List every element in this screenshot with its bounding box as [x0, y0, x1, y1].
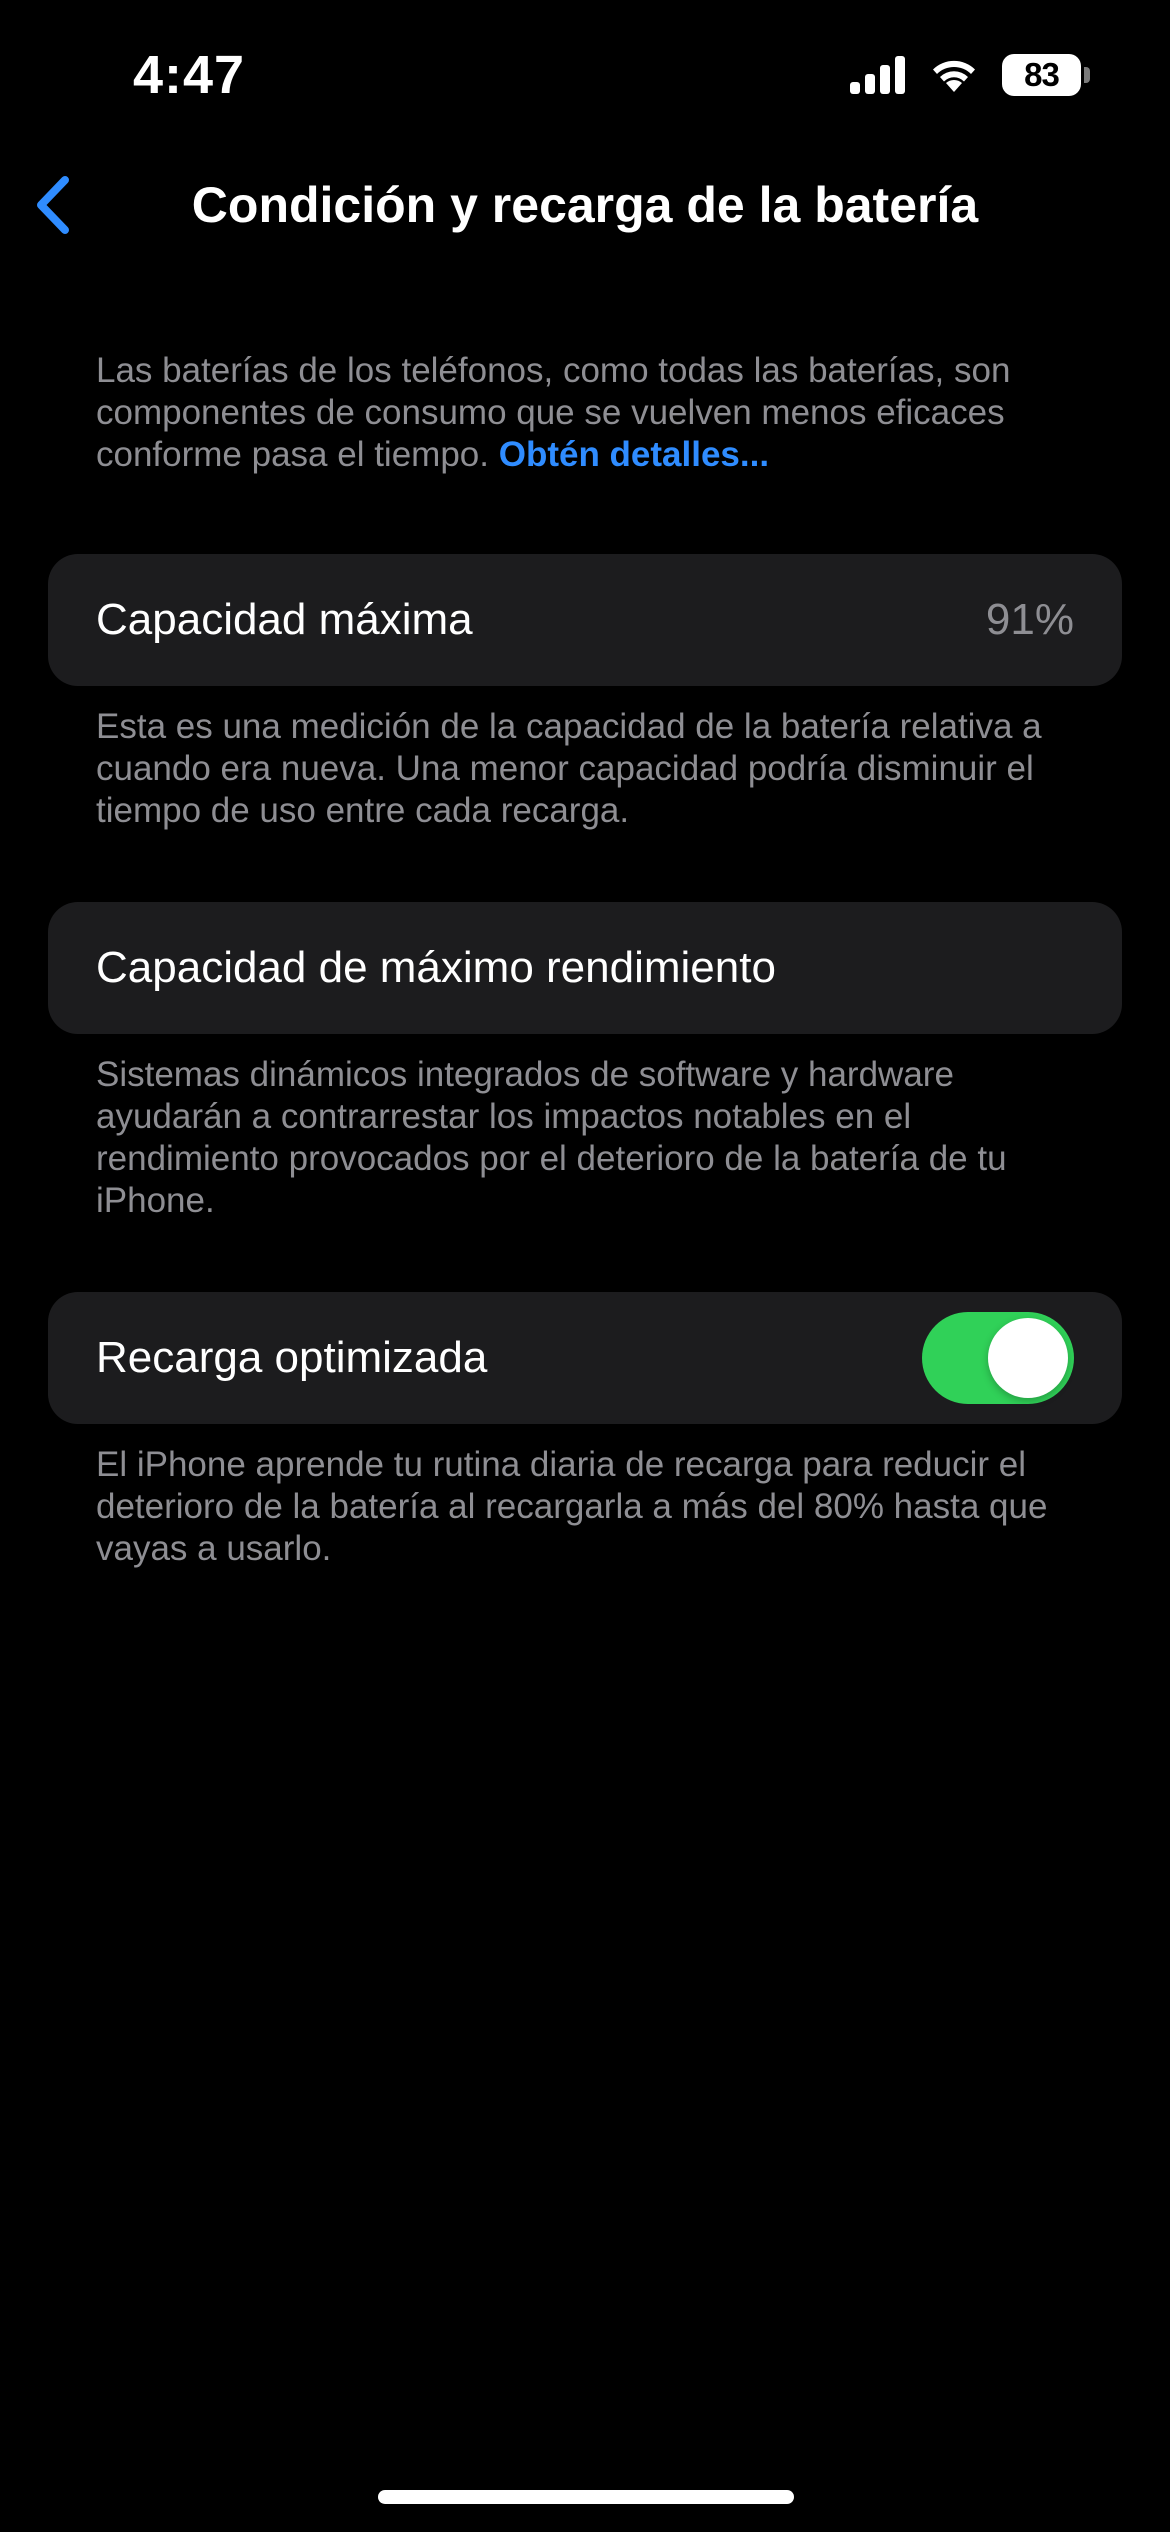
learn-more-link[interactable]: Obtén detalles...	[499, 435, 769, 474]
wifi-icon	[933, 60, 975, 92]
max-capacity-footnote: Esta es una medición de la capacidad de …	[96, 707, 1042, 830]
peak-performance-label: Capacidad de máximo rendimiento	[96, 943, 776, 992]
optimized-charging-toggle[interactable]	[922, 1312, 1074, 1404]
max-capacity-label: Capacidad máxima	[96, 595, 473, 644]
toggle-knob	[988, 1318, 1068, 1398]
status-bar: 4:47 83	[0, 0, 1170, 150]
optimized-charging-footnote: El iPhone aprende tu rutina diaria de re…	[96, 1445, 1048, 1568]
page-title: Condición y recarga de la batería	[191, 177, 979, 233]
status-icons: 83	[850, 54, 1090, 96]
battery-level: 83	[1024, 56, 1060, 93]
cellular-signal-icon	[850, 56, 905, 94]
peak-performance-row: Capacidad de máximo rendimiento	[48, 902, 1122, 1034]
home-indicator[interactable]	[378, 2490, 794, 2504]
navigation-bar: Condición y recarga de la batería	[0, 150, 1170, 260]
status-time: 4:47	[133, 45, 246, 105]
intro-description: Las baterías de los teléfonos, como toda…	[96, 350, 1086, 476]
battery-icon: 83	[1002, 54, 1090, 96]
peak-performance-footnote: Sistemas dinámicos integrados de softwar…	[96, 1055, 1007, 1220]
max-capacity-row: Capacidad máxima 91%	[48, 554, 1122, 686]
max-capacity-value: 91%	[985, 595, 1074, 644]
optimized-charging-row: Recarga optimizada	[48, 1292, 1122, 1424]
optimized-charging-label: Recarga optimizada	[96, 1333, 488, 1382]
